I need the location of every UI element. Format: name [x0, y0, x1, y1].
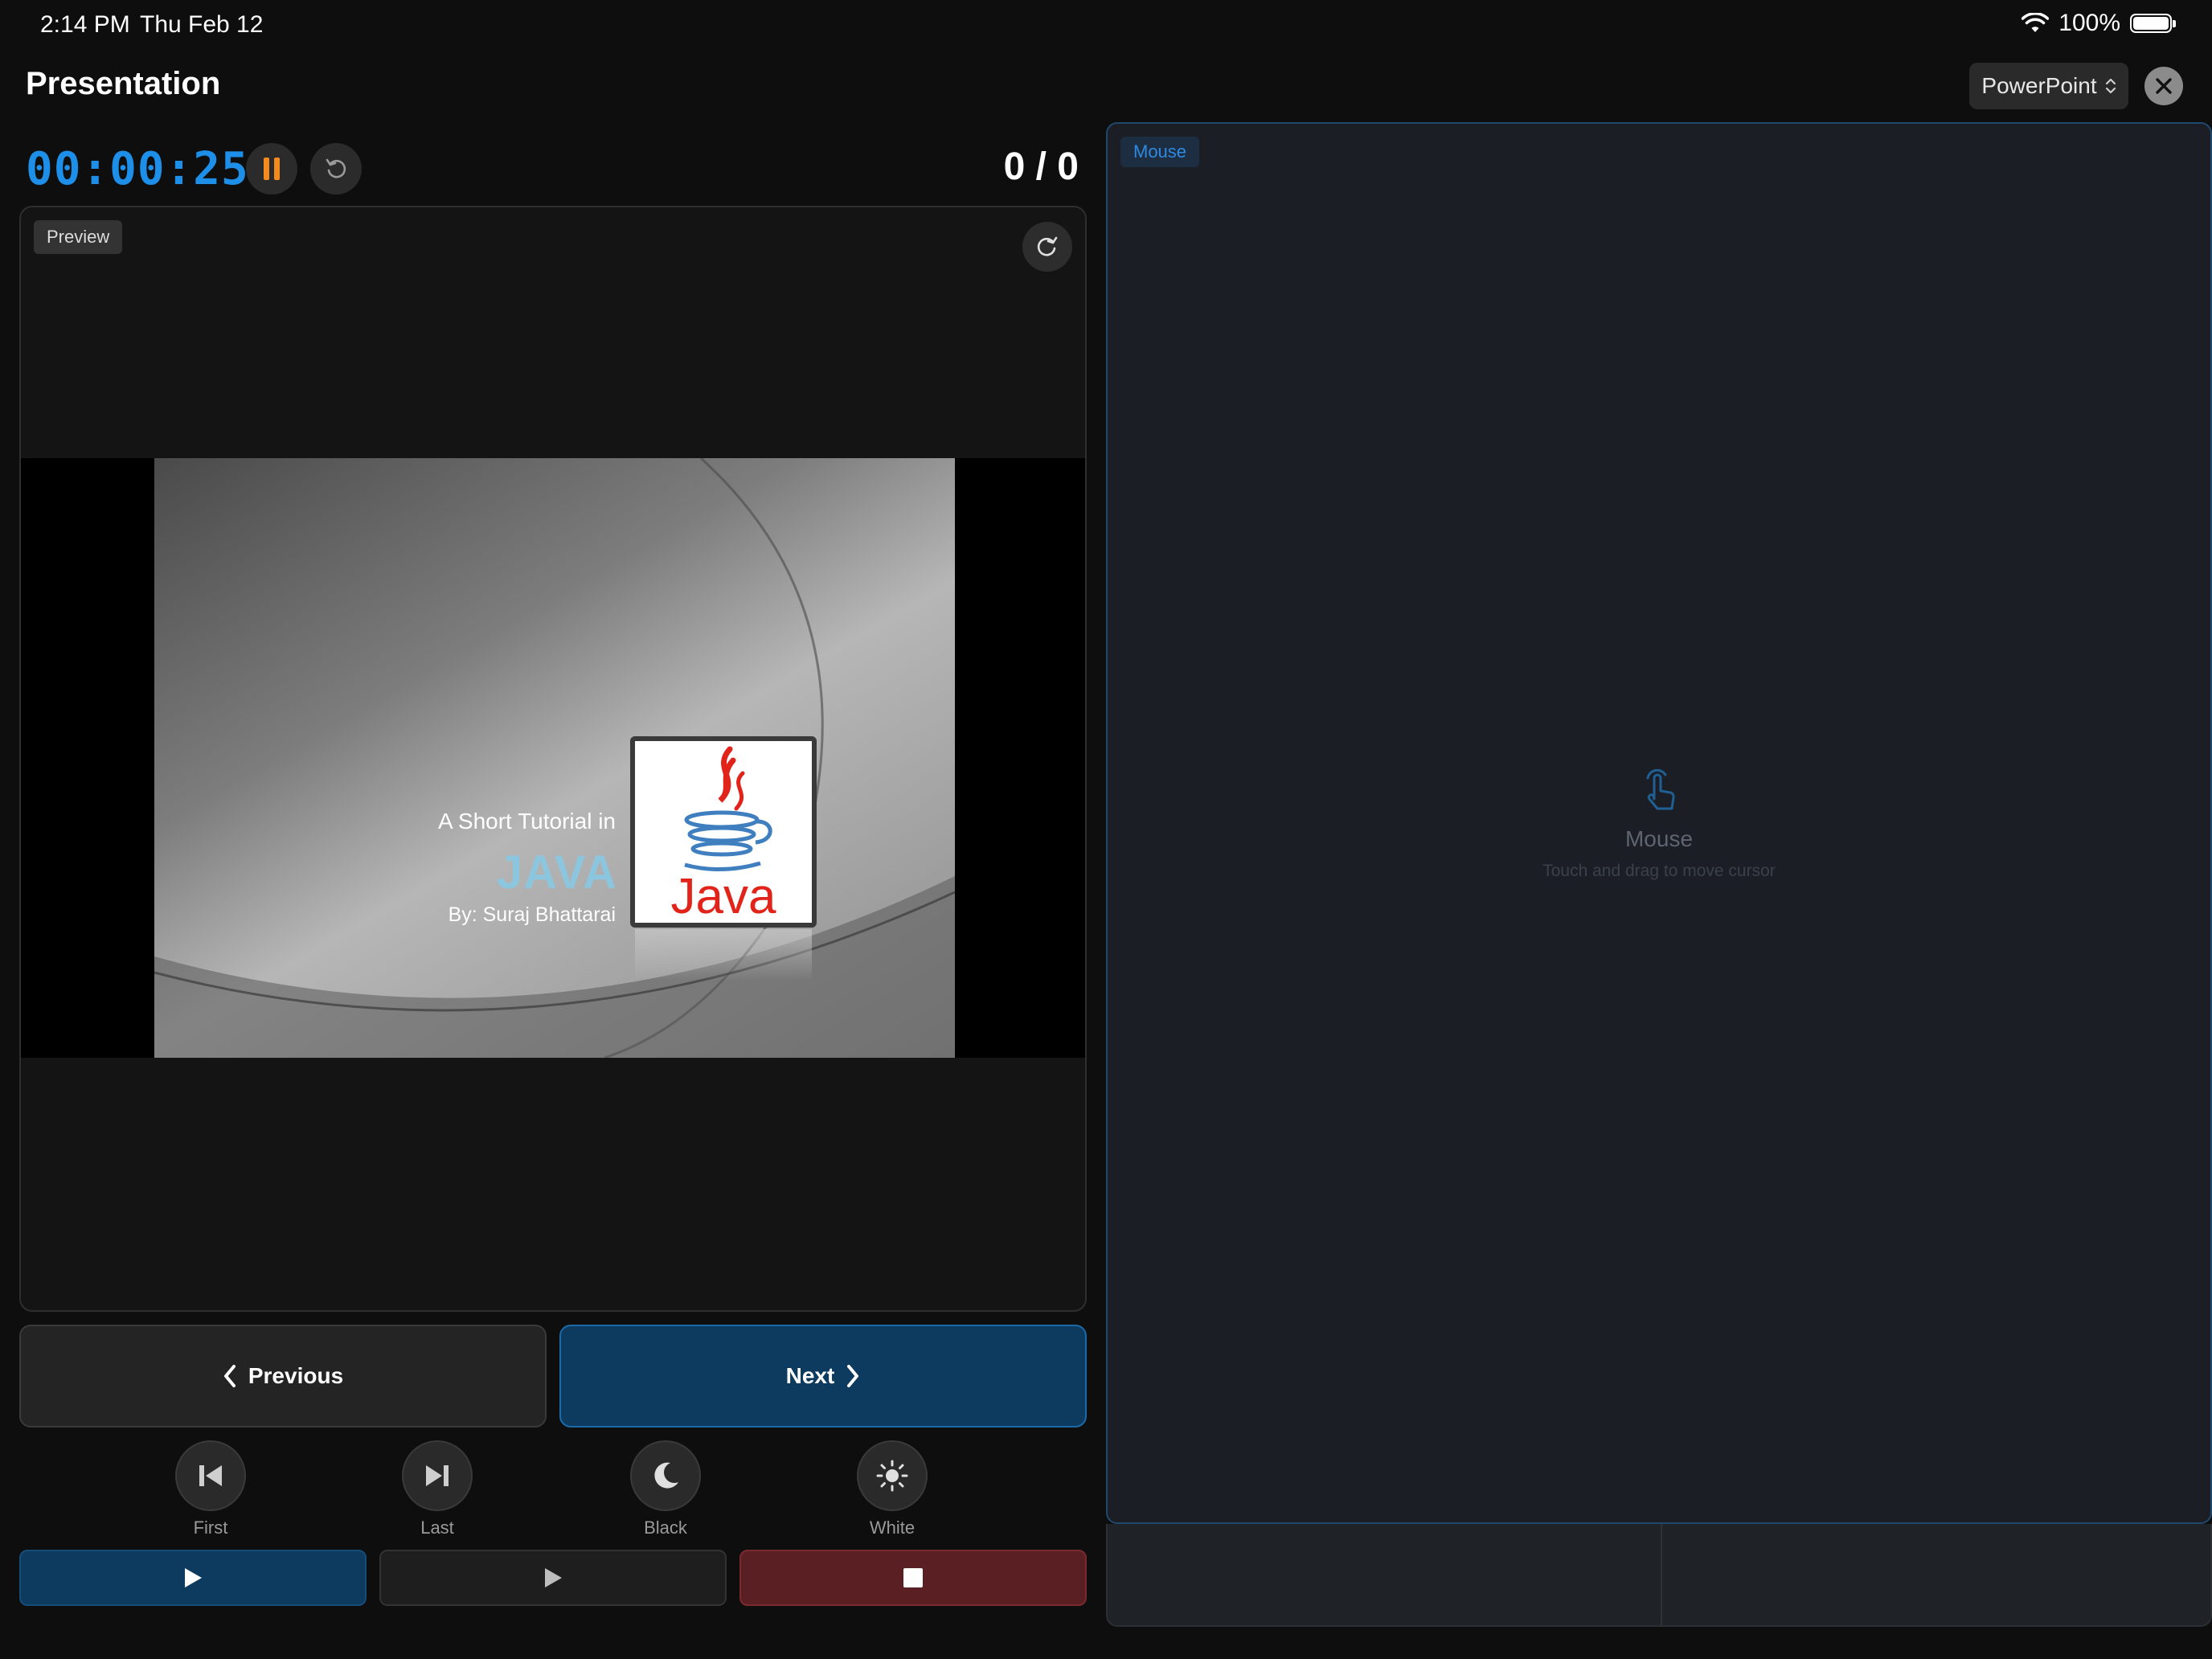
mouse-badge: Mouse: [1120, 137, 1200, 167]
stop-icon: [903, 1568, 923, 1587]
white-screen-button[interactable]: [857, 1440, 928, 1511]
refresh-icon: [1037, 236, 1058, 256]
play-icon: [185, 1568, 202, 1587]
pause-icon: [264, 158, 280, 180]
java-logo-text: Java: [671, 869, 776, 923]
chevron-right-icon: [847, 1365, 859, 1387]
pause-timer-button[interactable]: [246, 143, 297, 195]
java-cup-icon: Java: [671, 746, 776, 924]
black-label: Black: [644, 1518, 687, 1538]
elapsed-timer: 00:00:25: [26, 143, 249, 195]
hand-tap-icon: [1646, 768, 1675, 810]
mouse-hint: Touch and drag to move cursor: [1542, 862, 1776, 880]
battery-percent: 100%: [2058, 10, 2120, 36]
left-click-button[interactable]: [1108, 1524, 1661, 1627]
moon-icon: [654, 1462, 678, 1489]
last-label: Last: [420, 1518, 454, 1538]
first-label: First: [193, 1518, 228, 1538]
close-icon: [2156, 78, 2172, 94]
preview-badge: Preview: [34, 220, 123, 254]
battery-icon: [2130, 14, 2176, 33]
start-from-current-button[interactable]: [379, 1550, 727, 1606]
mouse-label: Mouse: [1624, 826, 1694, 851]
mouse-click-buttons: [1106, 1524, 2212, 1627]
status-indicators: 100%: [2022, 10, 2176, 37]
reset-timer-button[interactable]: [310, 143, 362, 195]
skip-last-icon: [426, 1465, 449, 1486]
play-icon: [545, 1568, 562, 1587]
previous-slide-button[interactable]: Previous: [19, 1325, 547, 1428]
status-time: 2:14 PM: [40, 11, 130, 38]
next-label: Next: [785, 1363, 835, 1388]
white-label: White: [869, 1518, 916, 1538]
stop-slideshow-button[interactable]: [739, 1550, 1087, 1606]
wifi-icon: [2022, 13, 2050, 32]
right-click-button[interactable]: [1662, 1524, 2212, 1625]
start-from-beginning-button[interactable]: [19, 1550, 367, 1606]
java-logo: Java: [630, 736, 817, 928]
chevron-left-icon: [223, 1365, 236, 1387]
slide-title: JAVA: [496, 846, 617, 899]
app-selector-value: PowerPoint: [1981, 73, 2097, 98]
next-slide-button[interactable]: Next: [559, 1325, 1087, 1428]
slide-background-swoosh: [154, 458, 955, 1058]
last-slide-button[interactable]: [402, 1440, 473, 1511]
sun-icon: [876, 1460, 908, 1492]
slide-frame: A Short Tutorial in JAVA By: Suraj Bhatt…: [21, 458, 1085, 1058]
black-screen-button[interactable]: [630, 1440, 701, 1511]
slide-subtitle: A Short Tutorial in: [437, 809, 616, 834]
page-title: Presentation: [26, 66, 221, 101]
app-selector[interactable]: PowerPoint: [1969, 63, 2128, 109]
reset-icon: [326, 158, 346, 178]
skip-first-icon: [199, 1465, 222, 1486]
chevron-updown-icon: [2105, 78, 2116, 94]
previous-label: Previous: [248, 1363, 344, 1388]
mouse-touchpad[interactable]: Mouse Mouse Touch and drag to move curso…: [1106, 122, 2212, 1524]
refresh-preview-button[interactable]: [1022, 222, 1072, 272]
close-button[interactable]: [2144, 67, 2183, 105]
slide-preview-panel: Preview A Short Tutorial in JAVA By: Sur…: [19, 206, 1087, 1312]
first-slide-button[interactable]: [175, 1440, 246, 1511]
slide-counter: 0 / 0: [1003, 145, 1079, 188]
current-slide: A Short Tutorial in JAVA By: Suraj Bhatt…: [154, 458, 955, 1058]
java-logo-reflection: [635, 929, 812, 981]
status-date: Thu Feb 12: [140, 11, 264, 38]
slide-author: By: Suraj Bhattarai: [448, 903, 616, 926]
